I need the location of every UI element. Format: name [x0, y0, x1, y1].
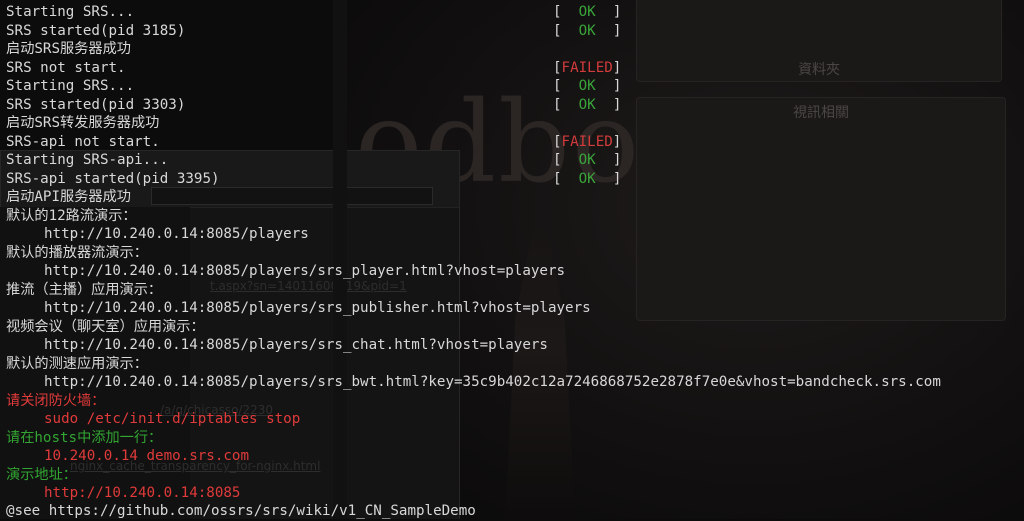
terminal-line: SRS not start.: [6, 59, 126, 76]
terminal-line: 启动SRS服务器成功: [6, 41, 131, 57]
demo-address-hint: 演示地址：: [6, 466, 77, 483]
terminal-line: Starting SRS-api...: [6, 152, 169, 168]
terminal-line: 默认的12路流演示：: [6, 207, 137, 224]
hosts-hint: 请在hosts中添加一行：: [6, 429, 163, 446]
terminal-line: SRS-api started(pid 3395): [6, 170, 220, 187]
terminal-window[interactable]: Starting SRS... [ OK ] SRS started(pid 3…: [0, 0, 1024, 519]
terminal-line: SRS started(pid 3303): [6, 96, 186, 113]
terminal-line: 默认的播放器流演示：: [6, 244, 148, 261]
see-also-link: @see https://github.com/ossrs/srs/wiki/v…: [6, 503, 476, 519]
terminal-line: 视频会议（聊天室）应用演示：: [6, 318, 205, 335]
status-ok: [ OK ]: [553, 22, 622, 39]
terminal-line: SRS started(pid 3185): [6, 22, 186, 39]
terminal-line: SRS-api not start.: [6, 133, 160, 150]
terminal-url: http://10.240.0.14:8085/players/srs_publ…: [44, 300, 591, 316]
status-ok: [ OK ]: [553, 4, 622, 20]
terminal-url: http://10.240.0.14:8085/players/srs_bwt.…: [44, 374, 941, 390]
terminal-url: http://10.240.0.14:8085/players/srs_chat…: [44, 337, 548, 353]
demo-address: http://10.240.0.14:8085: [44, 485, 241, 501]
firewall-warning: 请关闭防火墙：: [6, 392, 106, 409]
hosts-entry: 10.240.0.14 demo.srs.com: [44, 448, 249, 464]
terminal-line: 启动API服务器成功: [6, 189, 131, 205]
terminal-line: 启动SRS转发服务器成功: [6, 115, 160, 131]
status-ok: [ OK ]: [553, 170, 622, 187]
status-failed: [FAILED]: [553, 59, 622, 76]
status-ok: [ OK ]: [553, 152, 622, 168]
status-failed: [FAILED]: [553, 133, 622, 150]
terminal-line: 默认的测速应用演示：: [6, 355, 148, 372]
status-ok: [ OK ]: [553, 96, 622, 113]
terminal-url: http://10.240.0.14:8085/players: [44, 226, 309, 242]
status-ok: [ OK ]: [553, 78, 622, 94]
terminal-line: Starting SRS...: [6, 78, 135, 94]
terminal-line: Starting SRS...: [6, 4, 135, 20]
terminal-line: 推流（主播）应用演示：: [6, 281, 163, 298]
firewall-command: sudo /etc/init.d/iptables stop: [44, 411, 301, 427]
terminal-url: http://10.240.0.14:8085/players/srs_play…: [44, 263, 566, 279]
